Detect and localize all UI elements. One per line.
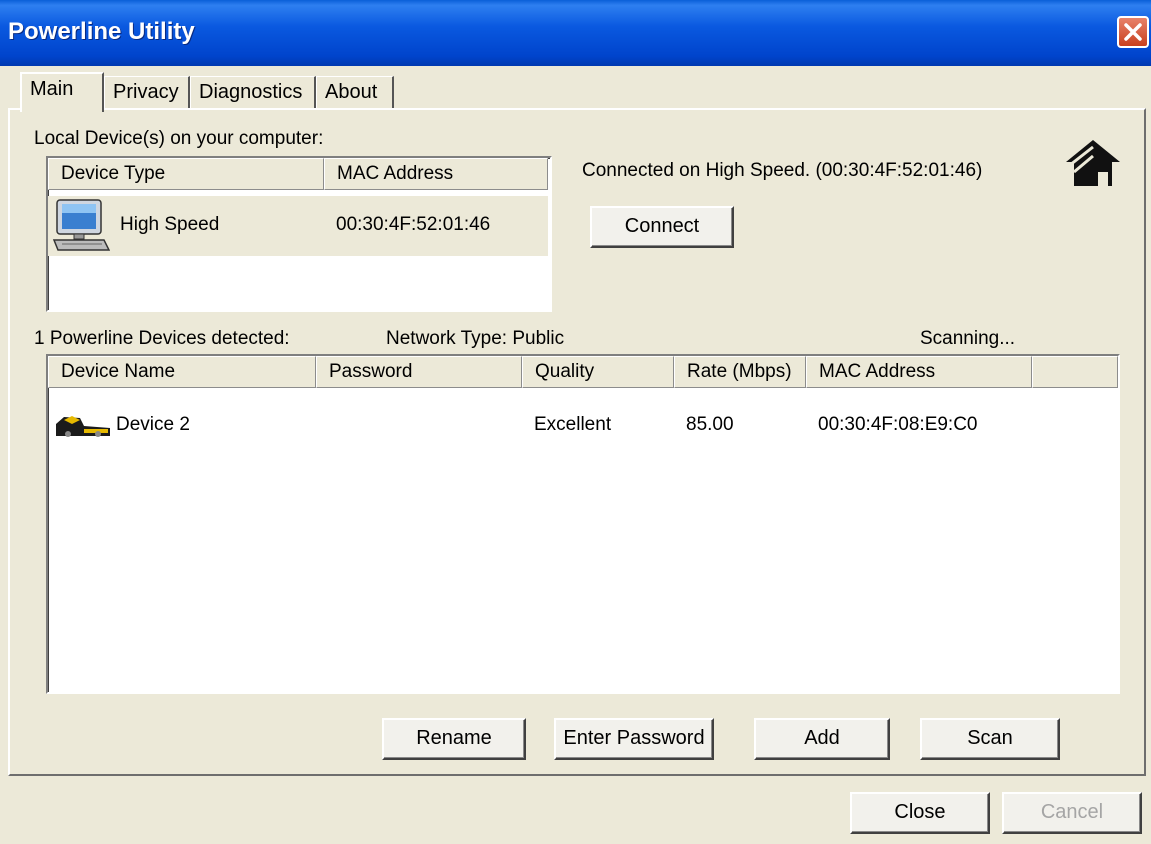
device-quality-cell: Excellent [534,414,612,435]
table-row[interactable]: Device 2 Excellent 85.00 00:30:4F:08:E9:… [48,408,1116,442]
column-local-mac[interactable]: MAC Address [324,158,548,190]
scan-status: Scanning... [920,328,1016,349]
column-device-type[interactable]: Device Type [48,158,324,190]
title-bar: Powerline Utility [0,0,1151,66]
device-mac-cell: 00:30:4F:08:E9:C0 [818,414,978,435]
enter-password-button[interactable]: Enter Password [554,718,714,760]
close-button-label: Close [894,801,946,823]
cancel-button-label: Cancel [1040,801,1104,823]
devices-detected-label: 1 Powerline Devices detected: [34,328,290,349]
tab-diagnostics-label: Diagnostics [199,81,303,103]
local-device-type: High Speed [120,214,220,235]
scan-button[interactable]: Scan [920,718,1060,760]
device-rate-cell: 85.00 [686,414,734,435]
column-password[interactable]: Password [316,356,522,388]
cancel-button: Cancel [1002,792,1142,834]
local-devices-label: Local Device(s) on your computer: [34,128,324,149]
network-type-label: Network Type: Public [386,328,565,349]
tab-diagnostics[interactable]: Diagnostics [190,76,316,110]
powerline-device-icon [54,414,112,443]
tab-about-label: About [325,81,378,103]
add-button-label: Add [804,727,840,749]
column-mac-address[interactable]: MAC Address [806,356,1032,388]
rename-button-label: Rename [416,727,492,749]
computer-icon [52,198,111,259]
column-filler [1032,356,1118,388]
enter-password-button-label: Enter Password [563,727,705,749]
tab-about[interactable]: About [316,76,394,110]
column-local-mac-label: MAC Address [337,163,454,184]
powerline-device-list[interactable]: Device Name Password Quality Rate (Mbps)… [46,354,1120,694]
column-quality-label: Quality [535,361,595,382]
local-device-list[interactable]: Device Type MAC Address High Speed 00:30… [46,156,552,312]
tab-privacy-label: Privacy [113,81,179,103]
add-button[interactable]: Add [754,718,890,760]
window-title: Powerline Utility [8,18,195,45]
column-rate[interactable]: Rate (Mbps) [674,356,806,388]
tab-main-label: Main [30,78,74,100]
column-device-name[interactable]: Device Name [48,356,316,388]
connect-button[interactable]: Connect [590,206,734,248]
scan-button-label: Scan [967,727,1013,749]
column-device-name-label: Device Name [61,361,176,382]
device-name-cell: Device 2 [116,414,190,435]
column-quality[interactable]: Quality [522,356,674,388]
connect-button-label: Connect [624,215,700,237]
local-device-row[interactable]: High Speed 00:30:4F:52:01:46 [48,196,548,256]
close-button[interactable]: Close [850,792,990,834]
tab-main[interactable]: Main [20,72,104,112]
house-icon [1064,138,1122,193]
rename-button[interactable]: Rename [382,718,526,760]
close-icon[interactable] [1117,16,1149,48]
column-password-label: Password [329,361,413,382]
local-device-mac: 00:30:4F:52:01:46 [336,214,491,235]
column-mac-address-label: MAC Address [819,361,936,382]
column-device-type-label: Device Type [61,163,166,184]
tab-privacy[interactable]: Privacy [104,76,190,110]
column-rate-label: Rate (Mbps) [687,361,792,382]
connection-status: Connected on High Speed. (00:30:4F:52:01… [582,160,983,181]
